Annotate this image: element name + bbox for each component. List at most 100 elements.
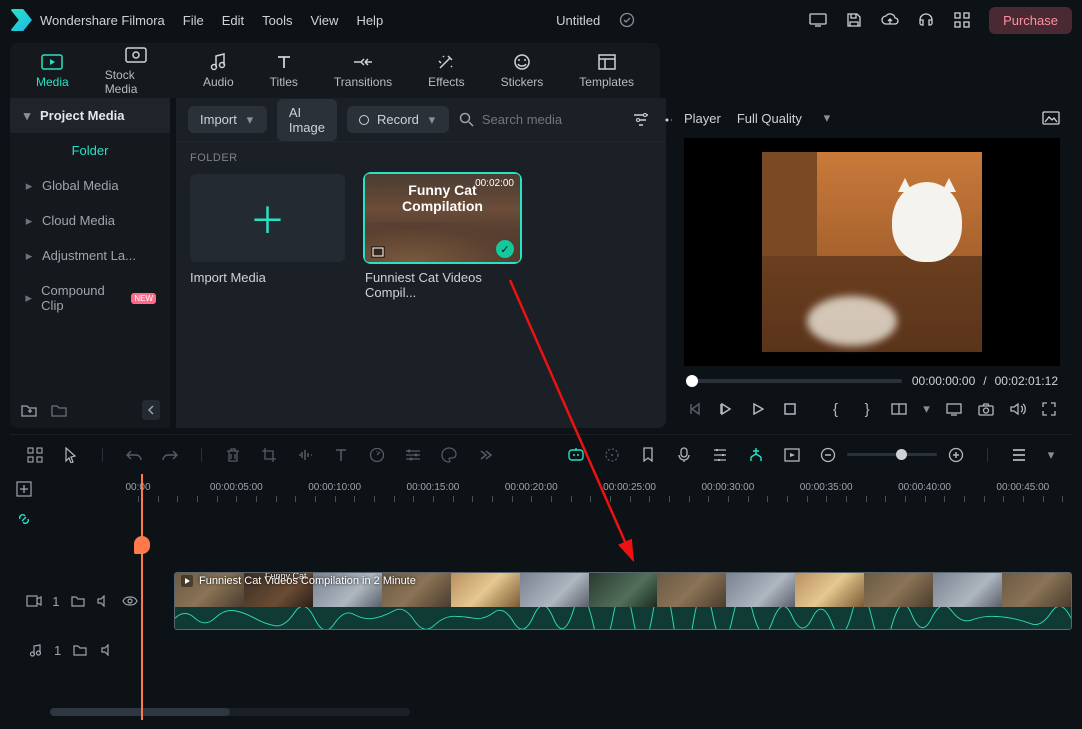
sidebar-header[interactable]: ▾ Project Media bbox=[10, 98, 170, 133]
tab-audio[interactable]: Audio bbox=[193, 51, 244, 91]
ai-assistant-icon[interactable] bbox=[567, 446, 585, 464]
track-options-icon[interactable] bbox=[1010, 446, 1028, 464]
chevron-down-icon[interactable]: ▾ bbox=[922, 404, 932, 414]
project-title[interactable]: Untitled bbox=[556, 13, 600, 28]
adjust-icon[interactable] bbox=[404, 446, 422, 464]
zoom-in-icon[interactable] bbox=[947, 446, 965, 464]
marker-icon[interactable] bbox=[639, 446, 657, 464]
volume-icon[interactable] bbox=[1009, 400, 1027, 418]
mixer-icon[interactable] bbox=[711, 446, 729, 464]
tab-titles[interactable]: Titles bbox=[260, 51, 308, 91]
tab-effects[interactable]: Effects bbox=[418, 51, 474, 91]
render-icon[interactable] bbox=[783, 446, 801, 464]
sidebar-adjustment-layer[interactable]: ▸Adjustment La... bbox=[10, 238, 170, 273]
text-icon[interactable] bbox=[332, 446, 350, 464]
templates-icon bbox=[596, 53, 618, 71]
cloud-upload-icon[interactable] bbox=[881, 11, 899, 29]
import-button[interactable]: Import▾ bbox=[188, 106, 267, 133]
selection-mode-icon[interactable] bbox=[26, 446, 44, 464]
play-icon[interactable] bbox=[749, 400, 767, 418]
collapse-sidebar-button[interactable] bbox=[142, 400, 160, 420]
timeline-toolbar: ▾ bbox=[10, 434, 1072, 474]
more-tools-icon[interactable] bbox=[476, 446, 494, 464]
crop-icon[interactable] bbox=[260, 446, 278, 464]
sidebar-cloud-media[interactable]: ▸Cloud Media bbox=[10, 203, 170, 238]
folder-icon[interactable] bbox=[50, 401, 68, 419]
menu-help[interactable]: Help bbox=[356, 13, 383, 28]
pointer-icon[interactable] bbox=[62, 446, 80, 464]
record-button[interactable]: Record▾ bbox=[347, 106, 449, 133]
chevron-right-icon: ▸ bbox=[24, 216, 34, 226]
audio-edit-icon[interactable] bbox=[296, 446, 314, 464]
search-input[interactable] bbox=[482, 112, 622, 127]
ratio-icon[interactable] bbox=[890, 400, 908, 418]
color-icon[interactable] bbox=[440, 446, 458, 464]
track-mute-icon[interactable] bbox=[96, 592, 112, 610]
fullscreen-icon[interactable] bbox=[1040, 400, 1058, 418]
target-icon[interactable] bbox=[603, 446, 621, 464]
chevron-down-icon: ▾ bbox=[22, 111, 32, 121]
mark-out-icon[interactable]: } bbox=[858, 400, 876, 418]
preview-viewport[interactable] bbox=[684, 138, 1060, 366]
titlebar: Wondershare Filmora File Edit Tools View… bbox=[0, 0, 1082, 40]
zoom-knob[interactable] bbox=[896, 449, 907, 460]
player-panel: Player Full Quality▾ 00:00:00:00 / 00:02… bbox=[672, 98, 1072, 428]
scrub-bar[interactable] bbox=[686, 379, 902, 383]
redo-icon[interactable] bbox=[161, 446, 179, 464]
display-icon[interactable] bbox=[945, 400, 963, 418]
delete-icon[interactable] bbox=[224, 446, 242, 464]
tab-templates[interactable]: Templates bbox=[569, 51, 644, 91]
media-sidebar: ▾ Project Media Folder ▸Global Media ▸Cl… bbox=[10, 98, 170, 428]
tab-stickers[interactable]: Stickers bbox=[491, 51, 554, 91]
import-media-label: Import Media bbox=[190, 270, 345, 285]
magnetic-icon[interactable] bbox=[747, 446, 765, 464]
tab-media[interactable]: Media bbox=[26, 51, 79, 91]
quality-select[interactable]: Full Quality▾ bbox=[737, 111, 832, 126]
zoom-out-icon[interactable] bbox=[819, 446, 837, 464]
menu-view[interactable]: View bbox=[310, 13, 338, 28]
import-media-card[interactable]: ＋ Import Media bbox=[190, 174, 345, 300]
voiceover-icon[interactable] bbox=[675, 446, 693, 464]
zoom-slider[interactable] bbox=[847, 453, 937, 456]
track-mute-icon[interactable] bbox=[99, 641, 117, 659]
sidebar-global-media[interactable]: ▸Global Media bbox=[10, 168, 170, 203]
prev-frame-icon[interactable] bbox=[686, 400, 704, 418]
device-icon[interactable] bbox=[809, 11, 827, 29]
apps-icon[interactable] bbox=[953, 11, 971, 29]
sidebar-folder[interactable]: Folder bbox=[10, 133, 170, 168]
speed-icon[interactable] bbox=[368, 446, 386, 464]
timeline-clip[interactable]: Funniest Cat Videos Compilation in 2 Min… bbox=[174, 572, 1072, 630]
stock-media-icon bbox=[125, 46, 147, 64]
timeline: 00:0000:00:05:0000:00:10:0000:00:15:0000… bbox=[10, 474, 1072, 720]
menu-edit[interactable]: Edit bbox=[222, 13, 244, 28]
filter-icon[interactable] bbox=[632, 111, 650, 129]
time-ruler[interactable]: 00:0000:00:05:0000:00:10:0000:00:15:0000… bbox=[10, 474, 1072, 510]
new-folder-icon[interactable] bbox=[20, 401, 38, 419]
time-total: 00:02:01:12 bbox=[995, 374, 1058, 388]
track-folder-icon[interactable] bbox=[71, 641, 89, 659]
support-icon[interactable] bbox=[917, 11, 935, 29]
media-panel: Import▾ AI Image Record▾ FOLDER ＋ Import… bbox=[176, 98, 666, 428]
play-pause-icon[interactable] bbox=[718, 400, 736, 418]
purchase-button[interactable]: Purchase bbox=[989, 7, 1072, 34]
timeline-scrollbar[interactable] bbox=[50, 708, 410, 716]
menu-file[interactable]: File bbox=[183, 13, 204, 28]
mark-in-icon[interactable]: { bbox=[827, 400, 845, 418]
tab-transitions[interactable]: Transitions bbox=[324, 51, 402, 91]
stop-icon[interactable] bbox=[781, 400, 799, 418]
track-folder-icon[interactable] bbox=[69, 592, 85, 610]
scrub-knob[interactable] bbox=[686, 375, 698, 387]
save-icon[interactable] bbox=[845, 11, 863, 29]
undo-icon[interactable] bbox=[125, 446, 143, 464]
ai-image-button[interactable]: AI Image bbox=[277, 99, 337, 141]
sidebar-compound-clip[interactable]: ▸Compound ClipNEW bbox=[10, 273, 170, 323]
playhead[interactable] bbox=[141, 474, 143, 720]
menu-tools[interactable]: Tools bbox=[262, 13, 292, 28]
media-clip-card[interactable]: Funny Cat Compilation 00:02:00 ✓ Funnies… bbox=[365, 174, 520, 300]
tab-stock-media[interactable]: Stock Media bbox=[95, 44, 177, 98]
chevron-down-icon[interactable]: ▾ bbox=[1046, 450, 1056, 460]
camera-icon[interactable] bbox=[977, 400, 995, 418]
snapshot-settings-icon[interactable] bbox=[1042, 109, 1060, 127]
player-label: Player bbox=[684, 111, 721, 126]
track-visible-icon[interactable] bbox=[122, 592, 138, 610]
